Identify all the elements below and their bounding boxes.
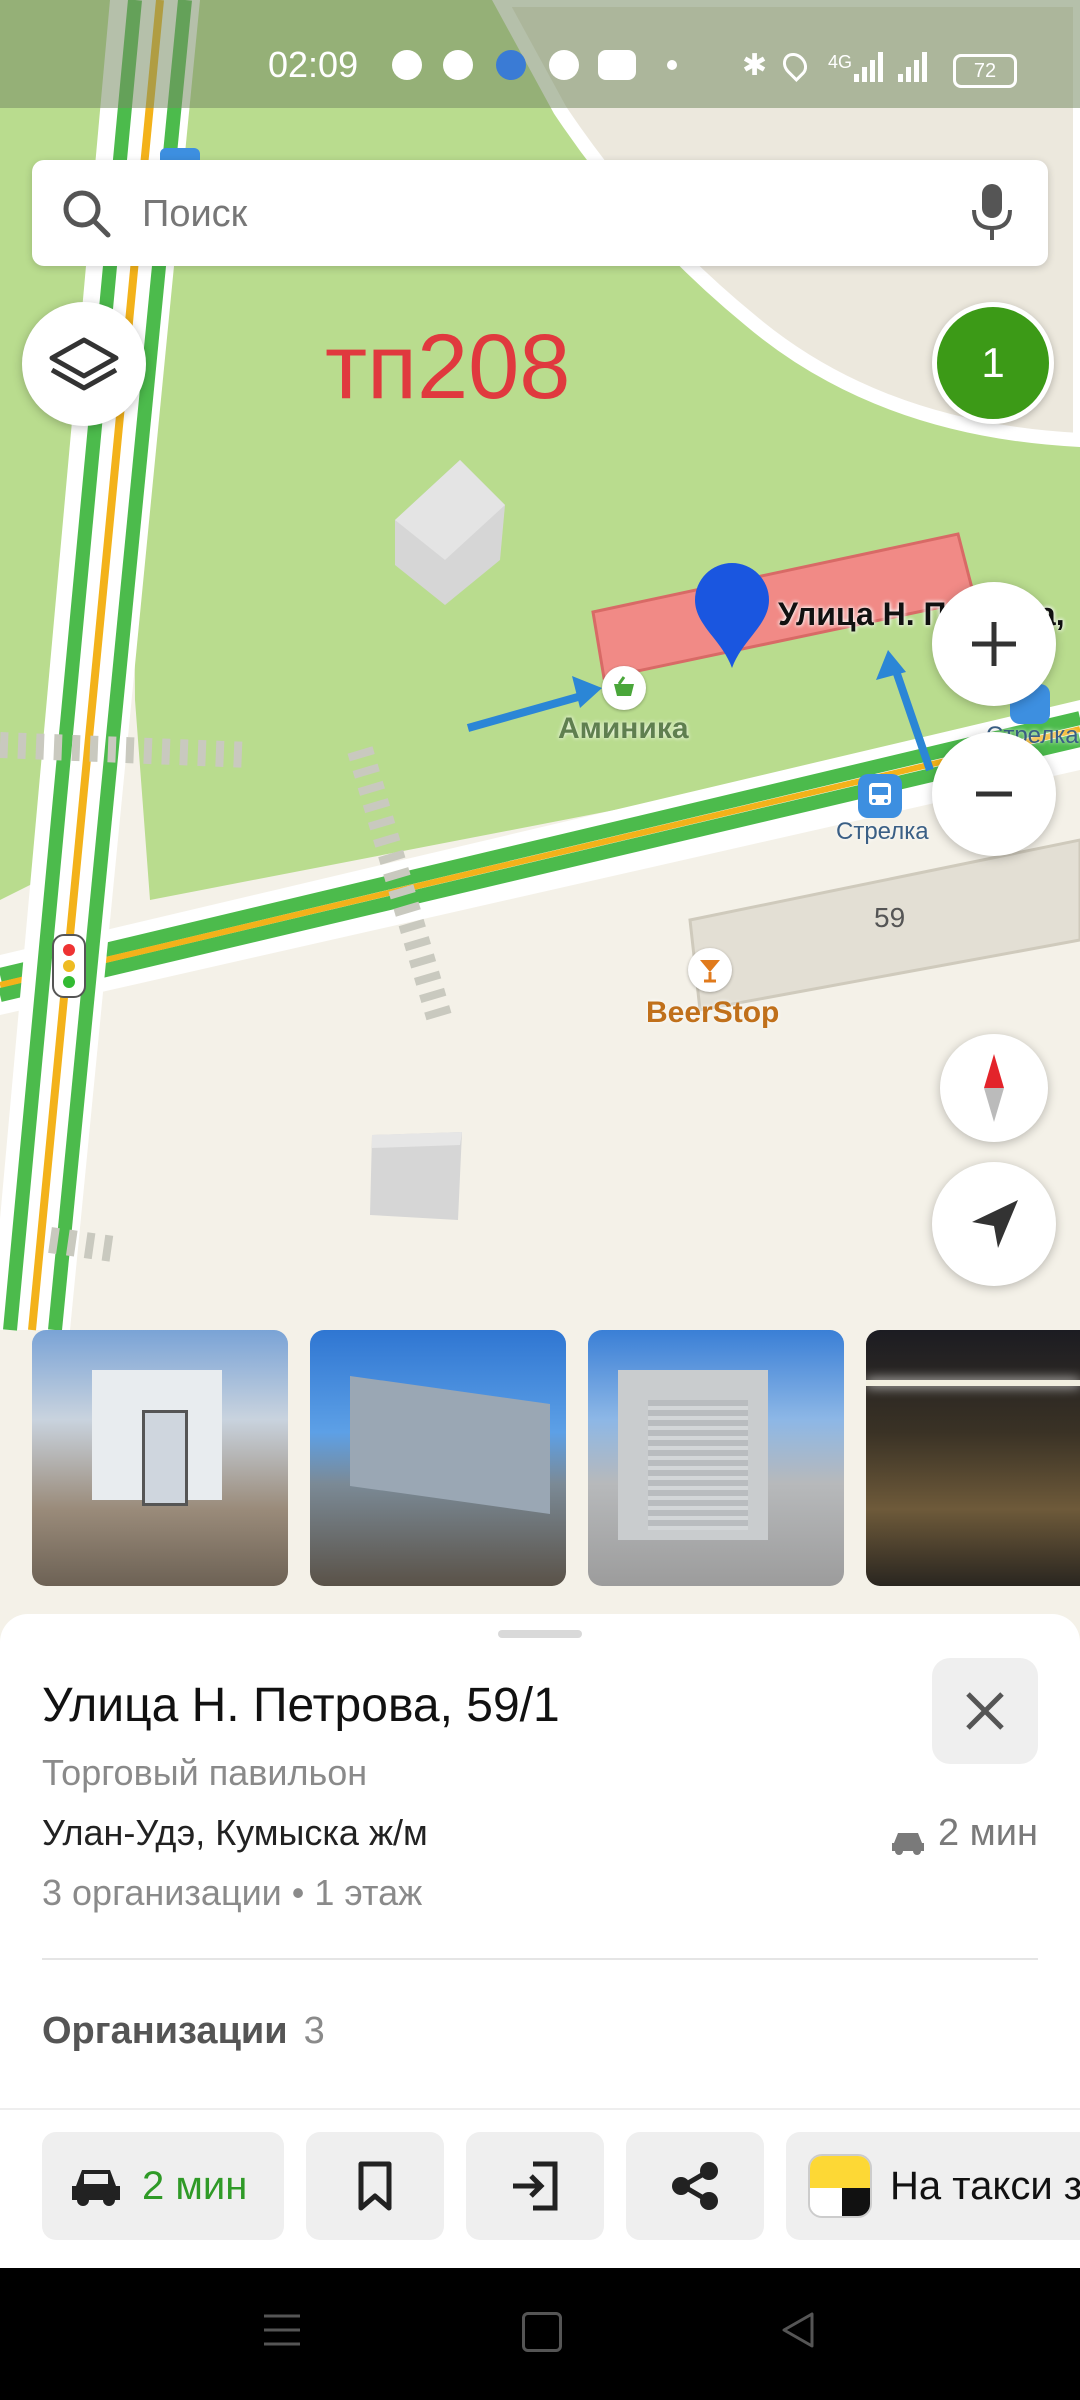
place-card[interactable]: Улица Н. Петрова, 59/1 Торговый павильон… [0, 1614, 1080, 2114]
action-bar: 2 мин На такси з [0, 2108, 1080, 2270]
plus-icon [972, 622, 1016, 666]
cocktail-icon[interactable] [688, 948, 732, 992]
bookmark-button[interactable] [306, 2132, 444, 2240]
place-photo[interactable] [310, 1330, 566, 1586]
compass-icon [984, 1054, 1004, 1122]
enter-building-button[interactable] [466, 2132, 604, 2240]
car-icon [72, 2170, 120, 2206]
traffic-light-icon [52, 934, 86, 998]
house-number-label: 59 [874, 902, 906, 933]
place-photo[interactable] [866, 1330, 1080, 1586]
zoom-in-button[interactable] [932, 582, 1056, 706]
bus-stop-icon[interactable] [858, 774, 902, 818]
notification-badge[interactable]: 1 [932, 302, 1054, 424]
search-input[interactable]: Поиск [142, 193, 247, 236]
close-icon [966, 1692, 1004, 1730]
zoom-out-button[interactable] [932, 732, 1056, 856]
travel-time: 2 мин [890, 1812, 1038, 1855]
home-icon[interactable] [522, 2312, 562, 2352]
close-button[interactable] [932, 1658, 1038, 1764]
route-button[interactable]: 2 мин [42, 2132, 284, 2240]
status-time: 02:09 [268, 44, 359, 85]
taxi-logo-icon [808, 2154, 872, 2218]
app-notification-icon [496, 50, 526, 80]
navigation-arrow-icon [972, 1200, 1018, 1248]
battery-indicator: 72 [953, 54, 1017, 88]
taxi-button[interactable]: На такси з [786, 2132, 1080, 2240]
place-title: Улица Н. Петрова, 59/1 [42, 1679, 560, 1732]
layers-button[interactable] [22, 302, 146, 426]
back-icon[interactable] [778, 2310, 818, 2350]
search-icon [60, 187, 112, 239]
bar-label[interactable]: BeerStop [646, 996, 779, 1030]
bus-stop-label[interactable]: Стрелка [836, 818, 929, 846]
place-address: Улан-Удэ, Кумыска ж/м [42, 1812, 428, 1853]
layers-icon [49, 337, 119, 391]
network-type: 4G [828, 52, 853, 72]
share-button[interactable] [626, 2132, 764, 2240]
youtube-icon [598, 50, 636, 80]
place-photo[interactable] [588, 1330, 844, 1586]
taxi-label: На такси з [890, 2164, 1080, 2208]
bookmark-icon [358, 2161, 392, 2211]
place-category: Торговый павильон [42, 1752, 368, 1793]
system-nav-bar [0, 2268, 1080, 2400]
signal-icon [898, 52, 928, 82]
microphone-icon[interactable] [968, 182, 1016, 242]
organizations-header[interactable]: Организации 3 [42, 2010, 325, 2053]
shop-basket-icon[interactable] [602, 666, 646, 710]
location-icon [778, 48, 812, 82]
organizations-count: 3 [303, 2010, 325, 2052]
divider [42, 1958, 1038, 1960]
my-location-button[interactable] [932, 1162, 1056, 1286]
bluetooth-icon: ✱ [742, 49, 768, 82]
place-meta: 3 организации • 1 этаж [42, 1872, 423, 1913]
more-notifications-icon [667, 60, 677, 70]
route-time: 2 мин [142, 2164, 248, 2208]
menu-icon[interactable] [262, 2312, 302, 2348]
viber-icon [443, 50, 473, 80]
entrance-icon [513, 2161, 558, 2211]
compass-button[interactable] [940, 1034, 1048, 1142]
search-bar[interactable]: Поиск [32, 160, 1048, 266]
map-overlay-text: тп208 [325, 316, 571, 418]
shop-label[interactable]: Аминика [558, 712, 689, 746]
minus-icon [976, 791, 1012, 797]
car-icon [890, 1822, 926, 1855]
sheet-drag-handle[interactable] [498, 1630, 582, 1638]
organizations-label: Организации [42, 2010, 288, 2052]
status-bar: 02:09 ✱ 4G 72 [0, 0, 1080, 108]
message-icon [392, 50, 422, 80]
travel-time-value: 2 мин [937, 1812, 1038, 1854]
place-photo[interactable] [32, 1330, 288, 1586]
share-icon [672, 2162, 718, 2210]
signal-icon [854, 52, 884, 82]
pinterest-icon [549, 50, 579, 80]
